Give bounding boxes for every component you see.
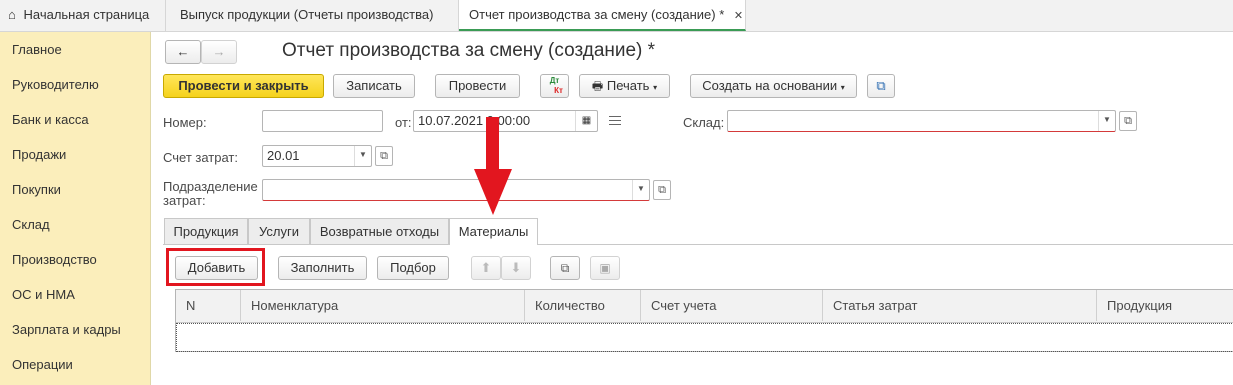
open-division-button[interactable]: ⧉ (653, 180, 671, 200)
chevron-down-icon[interactable]: ▼ (354, 146, 371, 166)
print-label: Печать (606, 78, 650, 93)
copy-button[interactable]: ⧉ (550, 256, 580, 280)
column-header-item[interactable]: Номенклатура (241, 290, 525, 321)
back-button[interactable]: ← (165, 40, 201, 64)
close-icon[interactable]: ✕ (734, 10, 743, 22)
tab-shift-report-label: Отчет производства за смену (создание) * (469, 7, 725, 22)
create-based-on-label: Создать на основании (702, 78, 838, 93)
post-and-close-button[interactable]: Провести и закрыть (163, 74, 324, 98)
table-header: N Номенклатура Количество Счет учета Ста… (176, 290, 1233, 323)
dt-kt-button[interactable]: Дт Кт (540, 74, 569, 98)
annotation-arrow-icon (474, 117, 512, 215)
move-down-button[interactable]: ⬇ (501, 256, 531, 280)
paste-icon: ▣ (599, 261, 611, 275)
sidebar-item-warehouse[interactable]: Склад (12, 217, 50, 232)
open-icon: ⧉ (658, 184, 666, 196)
forward-button[interactable]: → (201, 40, 237, 64)
arrow-up-icon: ⬆ (480, 260, 492, 275)
sidebar-item-production[interactable]: Производство (12, 252, 97, 267)
tab-home-label: Начальная страница (23, 7, 150, 22)
post-button[interactable]: Провести (435, 74, 520, 98)
paste-button[interactable]: ▣ (590, 256, 620, 280)
date-label: от: (395, 115, 412, 130)
tab-divider (163, 244, 1233, 245)
sidebar-item-main[interactable]: Главное (12, 42, 62, 57)
warehouse-label: Склад: (683, 115, 725, 130)
structure-button[interactable]: ⧉ (867, 74, 895, 98)
print-button[interactable]: 🖶 Печать ▾ (579, 74, 670, 98)
chevron-down-icon[interactable]: ▼ (1098, 111, 1115, 131)
sidebar-item-payroll[interactable]: Зарплата и кадры (12, 322, 121, 337)
column-header-product[interactable]: Продукция (1097, 290, 1233, 321)
open-icon: ⧉ (380, 150, 388, 162)
create-based-on-button[interactable]: Создать на основании ▾ (690, 74, 857, 98)
tab-home[interactable]: ⌂ Начальная страница (0, 0, 166, 31)
select-button[interactable]: Подбор (377, 256, 449, 280)
division-field[interactable]: ▼ (262, 179, 650, 201)
arrow-down-icon: ⬇ (510, 260, 522, 275)
warehouse-field[interactable]: ▼ (727, 110, 1116, 132)
chevron-down-icon[interactable]: ▼ (632, 180, 649, 200)
sidebar-item-operations[interactable]: Операции (12, 357, 73, 372)
number-label: Номер: (163, 115, 207, 130)
comment-icon[interactable] (609, 115, 621, 125)
chevron-down-icon: ▾ (653, 83, 658, 92)
tab-products[interactable]: Продукция (164, 218, 248, 244)
sidebar-item-assets[interactable]: ОС и НМА (12, 287, 75, 302)
tab-returnable-waste[interactable]: Возвратные отходы (310, 218, 449, 244)
arrow-right-icon: → (212, 44, 226, 59)
open-icon: ⧉ (1124, 115, 1132, 127)
tab-production-output-label: Выпуск продукции (Отчеты производства) (180, 7, 434, 22)
home-icon: ⌂ (8, 7, 16, 22)
sidebar-item-bank[interactable]: Банк и касса (12, 112, 89, 127)
table-row[interactable] (176, 323, 1233, 352)
tab-services[interactable]: Услуги (248, 218, 310, 244)
cost-account-label: Счет затрат: (163, 150, 238, 165)
sidebar-item-sales[interactable]: Продажи (12, 147, 66, 162)
highlight-frame (166, 248, 265, 286)
column-header-account[interactable]: Счет учета (641, 290, 823, 321)
column-header-n[interactable]: N (176, 290, 241, 321)
fill-button[interactable]: Заполнить (278, 256, 367, 280)
printer-icon: 🖶 (591, 79, 604, 93)
calendar-icon[interactable]: ▦ (575, 111, 597, 131)
structure-icon: ⧉ (876, 78, 886, 93)
page-title: Отчет производства за смену (создание) * (282, 40, 656, 61)
tab-shift-report[interactable]: Отчет производства за смену (создание) *… (459, 0, 746, 31)
number-field[interactable] (262, 110, 383, 132)
column-header-cost-item[interactable]: Статья затрат (823, 290, 1097, 321)
tab-production-output[interactable]: Выпуск продукции (Отчеты производства) (166, 0, 459, 31)
save-button[interactable]: Записать (333, 74, 415, 98)
division-label: Подразделение затрат: (163, 179, 258, 208)
copy-icon: ⧉ (560, 261, 570, 275)
move-up-button[interactable]: ⬆ (471, 256, 501, 280)
column-header-quantity[interactable]: Количество (525, 290, 641, 321)
chevron-down-icon: ▾ (840, 83, 845, 92)
sidebar-item-manager[interactable]: Руководителю (12, 77, 99, 92)
tab-materials[interactable]: Материалы (449, 218, 538, 245)
open-warehouse-button[interactable]: ⧉ (1119, 111, 1137, 131)
arrow-left-icon: ← (176, 44, 190, 59)
dt-kt-icon: Дт Кт (549, 76, 563, 95)
cost-account-field[interactable]: 20.01 ▼ (262, 145, 372, 167)
open-cost-account-button[interactable]: ⧉ (375, 146, 393, 166)
materials-table: N Номенклатура Количество Счет учета Ста… (175, 289, 1233, 352)
sidebar-item-purchases[interactable]: Покупки (12, 182, 61, 197)
